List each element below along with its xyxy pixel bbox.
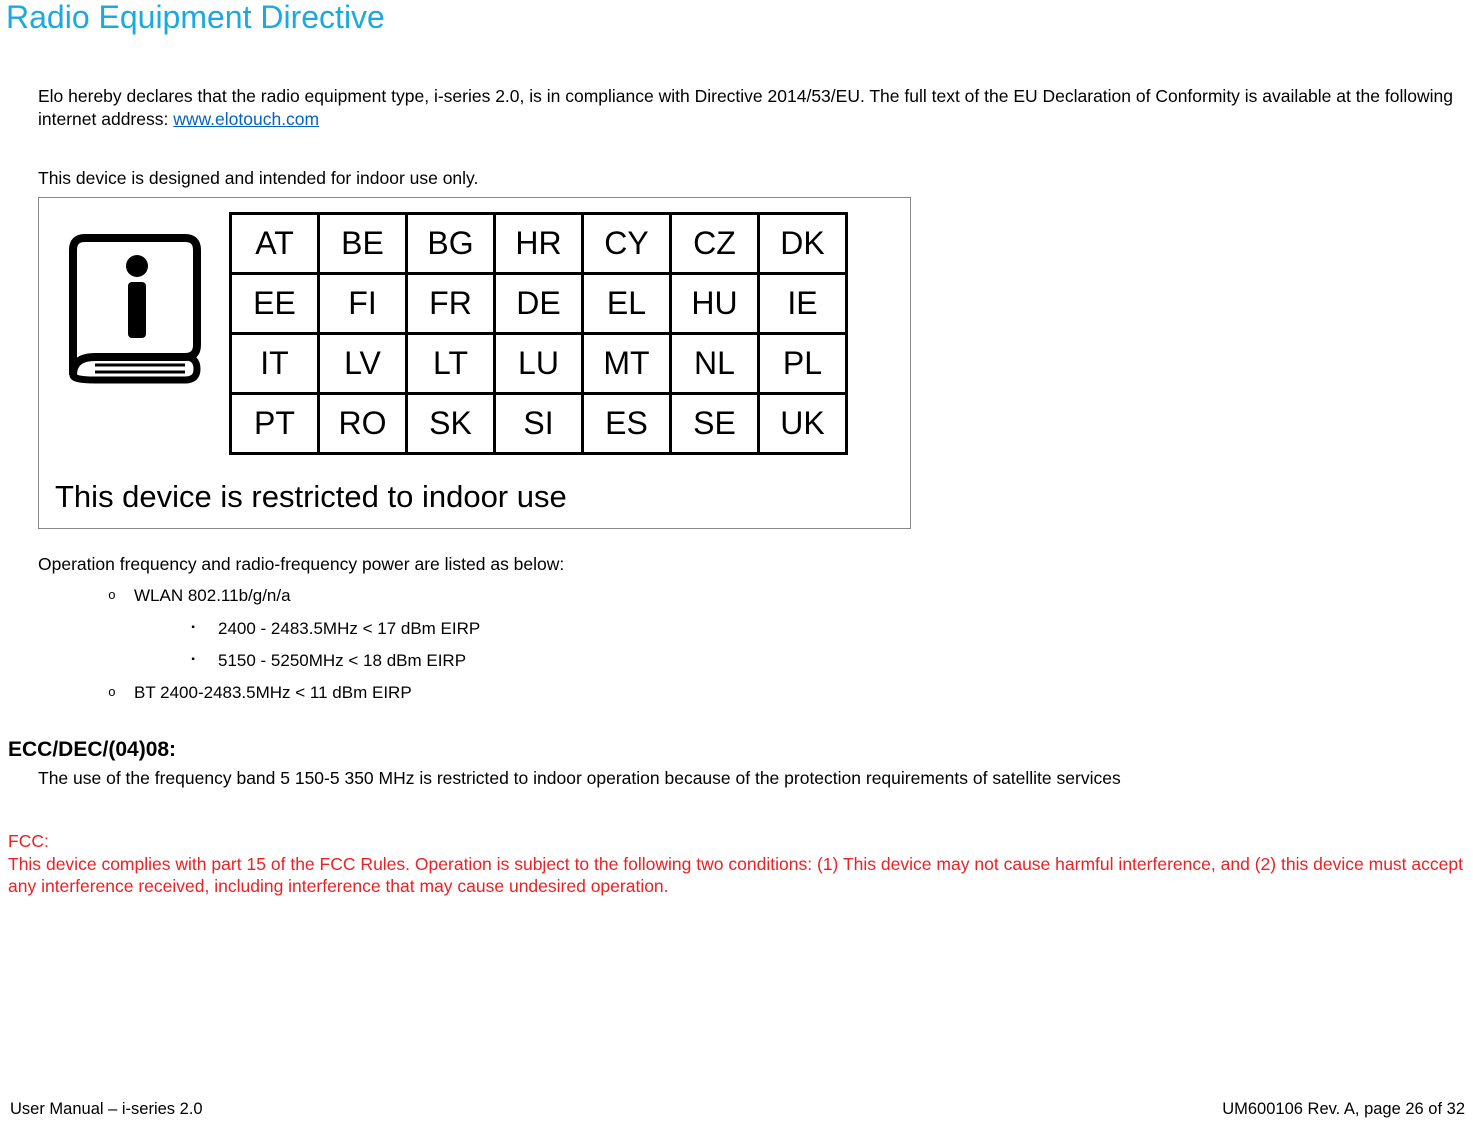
country-cell: FR bbox=[407, 274, 495, 334]
footer-right: UM600106 Rev. A, page 26 of 32 bbox=[1222, 1100, 1465, 1119]
country-cell: HU bbox=[671, 274, 759, 334]
country-cell: DE bbox=[495, 274, 583, 334]
indoor-intent: This device is designed and intended for… bbox=[38, 167, 1463, 190]
country-cell: SI bbox=[495, 394, 583, 454]
indoor-restriction-box: AT BE BG HR CY CZ DK EE FI FR DE EL HU I… bbox=[38, 197, 911, 528]
country-cell: LV bbox=[319, 334, 407, 394]
ecc-text: The use of the frequency band 5 150-5 35… bbox=[38, 767, 1463, 790]
country-cell: BG bbox=[407, 214, 495, 274]
frequency-intro: Operation frequency and radio-frequency … bbox=[38, 553, 1463, 576]
fcc-label: FCC: bbox=[8, 830, 1463, 853]
declaration-text: Elo hereby declares that the radio equip… bbox=[38, 85, 1463, 131]
country-cell: BE bbox=[319, 214, 407, 274]
footer-left: User Manual – i-series 2.0 bbox=[10, 1100, 203, 1119]
country-cell: IT bbox=[231, 334, 319, 394]
country-cell: IE bbox=[759, 274, 847, 334]
country-cell: AT bbox=[231, 214, 319, 274]
country-cell: RO bbox=[319, 394, 407, 454]
country-cell: FI bbox=[319, 274, 407, 334]
country-cell: HR bbox=[495, 214, 583, 274]
country-cell: PL bbox=[759, 334, 847, 394]
conformity-link[interactable]: www.elotouch.com bbox=[173, 109, 319, 129]
country-cell: DK bbox=[759, 214, 847, 274]
table-row: IT LV LT LU MT NL PL bbox=[231, 334, 847, 394]
list-item: 5150 - 5250MHz < 18 dBm EIRP bbox=[190, 650, 1463, 672]
country-cell: CY bbox=[583, 214, 671, 274]
restriction-text: This device is restricted to indoor use bbox=[55, 477, 894, 517]
ecc-heading: ECC/DEC/(04)08: bbox=[8, 736, 1463, 763]
list-item: 2400 - 2483.5MHz < 17 dBm EIRP bbox=[190, 618, 1463, 640]
fcc-block: FCC: This device complies with part 15 o… bbox=[8, 830, 1463, 898]
fcc-text: This device complies with part 15 of the… bbox=[8, 854, 1463, 897]
list-item: WLAN 802.11b/g/n/a 2400 - 2483.5MHz < 17… bbox=[108, 585, 1463, 671]
country-cell: MT bbox=[583, 334, 671, 394]
table-row: EE FI FR DE EL HU IE bbox=[231, 274, 847, 334]
footer: User Manual – i-series 2.0 UM600106 Rev.… bbox=[10, 1100, 1465, 1119]
country-cell: LU bbox=[495, 334, 583, 394]
country-table: AT BE BG HR CY CZ DK EE FI FR DE EL HU I… bbox=[229, 212, 848, 455]
country-cell: NL bbox=[671, 334, 759, 394]
country-cell: ES bbox=[583, 394, 671, 454]
wlan-label: WLAN 802.11b/g/n/a bbox=[134, 586, 291, 605]
country-cell: PT bbox=[231, 394, 319, 454]
list-item: BT 2400-2483.5MHz < 11 dBm EIRP bbox=[108, 682, 1463, 704]
country-cell: SK bbox=[407, 394, 495, 454]
country-cell: EL bbox=[583, 274, 671, 334]
country-cell: EE bbox=[231, 274, 319, 334]
manual-icon bbox=[55, 220, 215, 396]
page-title: Radio Equipment Directive bbox=[0, 0, 1473, 35]
country-cell: SE bbox=[671, 394, 759, 454]
country-cell: UK bbox=[759, 394, 847, 454]
country-cell: LT bbox=[407, 334, 495, 394]
country-cell: CZ bbox=[671, 214, 759, 274]
table-row: PT RO SK SI ES SE UK bbox=[231, 394, 847, 454]
table-row: AT BE BG HR CY CZ DK bbox=[231, 214, 847, 274]
